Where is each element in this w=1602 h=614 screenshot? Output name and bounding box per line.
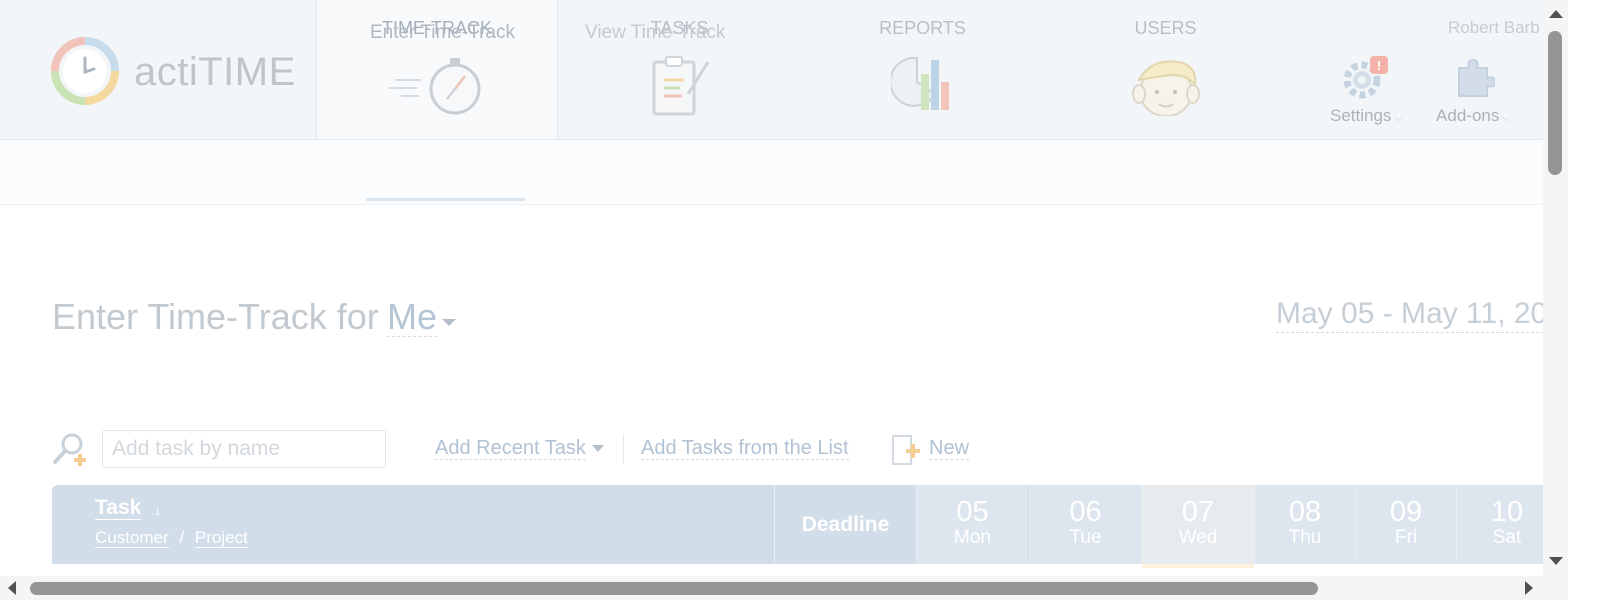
customer-column-header[interactable]: Customer bbox=[95, 528, 169, 548]
gear-icon: ! bbox=[1343, 56, 1388, 99]
clock-logo-icon bbox=[51, 37, 119, 105]
day-number: 07 bbox=[1181, 496, 1215, 528]
day-number: 05 bbox=[956, 496, 989, 528]
day-column-header: 05 Mon bbox=[917, 485, 1028, 564]
nav-tab-time-track[interactable]: TIME-TRACK bbox=[317, 0, 558, 139]
page-title: Enter Time-Track for bbox=[52, 296, 379, 337]
notification-badge: ! bbox=[1377, 58, 1381, 73]
new-task-link[interactable]: New bbox=[929, 437, 970, 460]
project-column-header[interactable]: Project bbox=[194, 528, 248, 548]
nav-tab-reports[interactable]: REPORTS bbox=[801, 0, 1044, 139]
header-separator: / bbox=[179, 528, 185, 547]
day-number: 08 bbox=[1288, 496, 1322, 528]
scrollbar-corner bbox=[1543, 576, 1568, 600]
day-name: Tue bbox=[1069, 527, 1102, 548]
active-subtab-indicator bbox=[366, 198, 525, 201]
clipboard-icon bbox=[652, 56, 709, 116]
subtab-enter-time-track[interactable]: Enter Time-Track bbox=[370, 22, 515, 44]
sub-navigation bbox=[0, 140, 1568, 205]
nav-tab-tasks[interactable]: TASKS bbox=[558, 0, 801, 139]
day-name: Thu bbox=[1288, 527, 1322, 548]
nav-tab-label: USERS bbox=[1134, 18, 1197, 38]
add-tasks-from-list-link[interactable]: Add Tasks from the List bbox=[641, 437, 849, 460]
day-name: Fri bbox=[1394, 527, 1418, 548]
nav-tab-users[interactable]: USERS bbox=[1044, 0, 1287, 139]
scroll-left-arrow-icon[interactable] bbox=[8, 581, 16, 595]
addons-label: Add-ons ⌵ bbox=[1436, 106, 1510, 125]
today-column-highlight bbox=[1142, 564, 1254, 568]
settings-menu[interactable]: ! Settings ⌵ bbox=[1325, 56, 1407, 126]
deadline-column-header[interactable]: Deadline bbox=[775, 485, 916, 564]
scroll-up-arrow-icon[interactable] bbox=[1549, 10, 1563, 18]
new-task-icon[interactable] bbox=[891, 434, 923, 466]
logo[interactable]: actiTIME bbox=[0, 0, 317, 139]
page: actiTIME TIME-TRACK TASKS REPORTS USERS … bbox=[0, 0, 1568, 614]
day-column-header-today: 07 Wed bbox=[1142, 485, 1254, 564]
day-number: 09 bbox=[1389, 496, 1423, 528]
date-range-selector[interactable]: May 05 - May 11, 202 bbox=[1276, 297, 1564, 333]
user-name[interactable]: Robert Barb bbox=[1448, 18, 1540, 38]
vertical-scrollbar-thumb[interactable] bbox=[1548, 31, 1562, 175]
addons-menu[interactable]: Add-ons ⌵ bbox=[1432, 56, 1514, 126]
logo-text: actiTIME bbox=[134, 50, 296, 94]
subtab-view-time-track[interactable]: View Time-Track bbox=[585, 22, 725, 44]
day-number: 10 bbox=[1490, 496, 1524, 528]
chevron-down-icon[interactable] bbox=[592, 445, 604, 452]
scroll-right-arrow-icon[interactable] bbox=[1525, 581, 1533, 595]
puzzle-icon bbox=[1458, 58, 1495, 97]
stopwatch-icon bbox=[389, 58, 481, 115]
day-number: 06 bbox=[1069, 496, 1102, 528]
chevron-down-icon[interactable] bbox=[442, 319, 456, 326]
task-column-header[interactable]: Task bbox=[95, 497, 142, 520]
day-column-header: 06 Tue bbox=[1030, 485, 1141, 564]
search-add-icon bbox=[53, 433, 86, 466]
sort-arrow-icon[interactable]: ↓ bbox=[154, 502, 162, 519]
user-avatar-icon bbox=[1131, 60, 1200, 116]
user-selector[interactable]: Me bbox=[387, 299, 438, 337]
day-column-header: 10 Sat bbox=[1457, 485, 1557, 564]
add-task-by-name-input[interactable] bbox=[102, 430, 386, 468]
add-recent-task-link[interactable]: Add Recent Task bbox=[435, 437, 586, 460]
day-name: Wed bbox=[1178, 527, 1218, 548]
day-name: Sat bbox=[1492, 527, 1522, 548]
horizontal-scrollbar-thumb[interactable] bbox=[30, 582, 1318, 595]
settings-label: Settings ⌵ bbox=[1329, 106, 1403, 125]
day-name: Mon bbox=[954, 527, 991, 548]
scroll-down-arrow-icon[interactable] bbox=[1549, 557, 1563, 565]
customer-project-header: Customer / Project bbox=[95, 528, 248, 548]
nav-tab-label: REPORTS bbox=[879, 18, 966, 38]
chart-icon bbox=[890, 56, 949, 110]
day-column-header: 09 Fri bbox=[1356, 485, 1456, 564]
toolbar-divider bbox=[623, 434, 624, 464]
day-column-header: 08 Thu bbox=[1255, 485, 1355, 564]
